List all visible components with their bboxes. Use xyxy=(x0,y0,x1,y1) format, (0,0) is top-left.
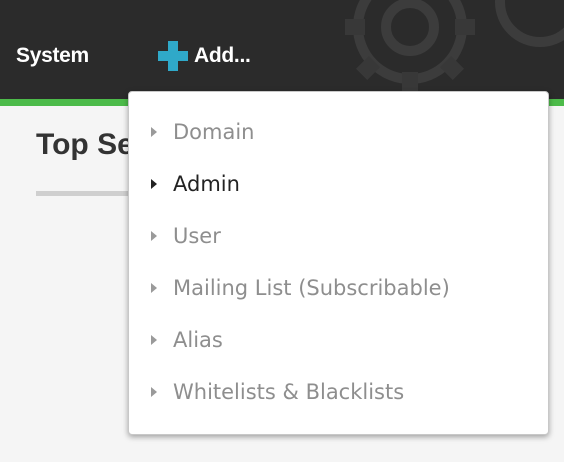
menu-item-mailing-list[interactable]: Mailing List (Subscribable) xyxy=(129,262,548,314)
menu-item-whitelists-blacklists[interactable]: Whitelists & Blacklists xyxy=(129,366,548,418)
menu-item-label: Alias xyxy=(173,328,223,352)
menu-item-label: Domain xyxy=(173,120,255,144)
menu-item-domain[interactable]: Domain xyxy=(129,106,548,158)
heading-divider xyxy=(36,191,136,196)
triangle-right-icon xyxy=(151,387,157,397)
nav-add-button[interactable]: Add... xyxy=(156,38,251,74)
menu-item-alias[interactable]: Alias xyxy=(129,314,548,366)
triangle-right-icon xyxy=(151,335,157,345)
menu-item-label: User xyxy=(173,224,221,248)
menu-item-user[interactable]: User xyxy=(129,210,548,262)
dropdown-list: Domain Admin User Mailing List (Subscrib… xyxy=(129,106,548,418)
menu-item-admin[interactable]: Admin xyxy=(129,158,548,210)
page-title: Top Se xyxy=(36,128,134,161)
menu-item-label: Whitelists & Blacklists xyxy=(173,380,405,404)
nav-add-label: Add... xyxy=(194,44,251,67)
add-dropdown-menu: Domain Admin User Mailing List (Subscrib… xyxy=(128,91,549,435)
nav-system-label: System xyxy=(16,44,89,67)
gear-icon xyxy=(345,0,564,92)
triangle-right-icon xyxy=(151,283,157,293)
top-navigation-bar: System Add... xyxy=(0,0,564,99)
nav-system[interactable]: System xyxy=(16,38,89,74)
triangle-right-icon xyxy=(151,127,157,137)
menu-item-label: Admin xyxy=(173,172,240,196)
menu-item-label: Mailing List (Subscribable) xyxy=(173,276,450,300)
triangle-right-icon xyxy=(151,179,157,189)
plus-icon xyxy=(158,41,188,71)
triangle-right-icon xyxy=(151,231,157,241)
